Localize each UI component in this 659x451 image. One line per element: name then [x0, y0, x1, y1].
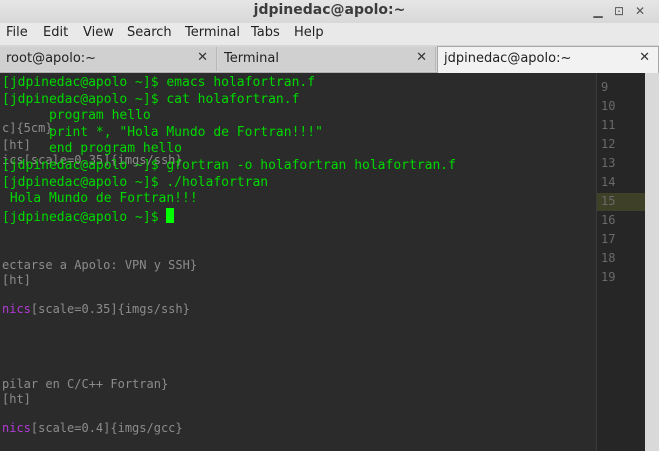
text-cursor	[166, 208, 175, 223]
tab-terminal[interactable]: Terminal ✕	[218, 47, 436, 71]
menu-file[interactable]: File	[6, 25, 28, 40]
line-number: 11	[601, 118, 616, 132]
tab-jdpinedac-apolo[interactable]: jdpinedac@apolo:~ ✕	[437, 46, 659, 73]
bg-text: ectarse a Apolo: VPN y SSH}	[2, 258, 198, 272]
line-number: 19	[601, 270, 616, 284]
tab-label: Terminal	[224, 51, 279, 66]
terminal-line: [jdpinedac@apolo ~]$ gfortran -o holafor…	[2, 158, 456, 173]
menu-tabs[interactable]: Tabs	[251, 25, 280, 40]
line-number: 17	[601, 232, 616, 246]
tab-label: root@apolo:~	[6, 51, 97, 66]
line-number: 9	[601, 80, 609, 94]
line-number: 14	[601, 175, 616, 189]
bg-text: pilar en C/C++ Fortran}	[2, 377, 169, 391]
terminal-line: end program hello	[2, 141, 183, 156]
line-number-gutter: 9 10 11 12 13 14 15 16 17 18 19	[596, 73, 645, 451]
close-tab-icon[interactable]: ✕	[639, 50, 650, 65]
close-tab-icon[interactable]: ✕	[197, 50, 208, 65]
bg-text-args: [scale=0.4]{imgs/gcc}	[30, 421, 183, 435]
menu-bar: File Edit View Search Terminal Tabs Help	[0, 23, 659, 45]
tab-root-apolo[interactable]: root@apolo:~ ✕	[0, 47, 217, 71]
terminal-line: [jdpinedac@apolo ~]$ emacs holafortran.f	[2, 75, 316, 90]
menu-help[interactable]: Help	[294, 25, 324, 40]
prompt-text: [jdpinedac@apolo ~]$	[2, 210, 167, 225]
tab-bar: root@apolo:~ ✕ Terminal ✕ jdpinedac@apol…	[0, 45, 659, 73]
minimize-icon[interactable]: ▁	[590, 3, 606, 19]
terminal-line: program hello	[2, 108, 151, 123]
menu-search[interactable]: Search	[127, 25, 172, 40]
terminal-line: Hola Mundo de Fortran!!!	[2, 191, 198, 206]
line-number: 15	[601, 194, 616, 208]
window-title: jdpinedac@apolo:~	[253, 2, 406, 18]
restore-icon[interactable]: ⊡	[611, 3, 627, 19]
bg-text-args: [scale=0.35]{imgs/ssh}	[30, 302, 190, 316]
close-icon[interactable]: ✕	[632, 3, 648, 19]
tab-label: jdpinedac@apolo:~	[444, 51, 572, 66]
bg-text: nics[scale=0.35]{imgs/ssh}	[2, 302, 190, 316]
line-number: 10	[601, 99, 616, 113]
menu-edit[interactable]: Edit	[43, 25, 68, 40]
line-number: 18	[601, 251, 616, 265]
scrollbar[interactable]	[645, 73, 659, 451]
bg-text: [ht]	[2, 273, 31, 287]
terminal-prompt[interactable]: [jdpinedac@apolo ~]$	[2, 208, 175, 225]
terminal-area[interactable]: c]{5cm} [ht] ics[scale=0.35]{imgs/ssh} e…	[0, 73, 659, 451]
line-number: 16	[601, 213, 616, 227]
bg-text-macro: nics	[2, 421, 31, 435]
terminal-line: print *, "Hola Mundo de Fortran!!!"	[2, 125, 323, 140]
bg-text: nics[scale=0.4]{imgs/gcc}	[2, 421, 183, 435]
close-tab-icon[interactable]: ✕	[416, 50, 427, 65]
terminal-line: [jdpinedac@apolo ~]$ ./holafortran	[2, 175, 269, 190]
line-number: 13	[601, 156, 616, 170]
terminal-line: [jdpinedac@apolo ~]$ cat holafortran.f	[2, 92, 300, 107]
line-number: 12	[601, 137, 616, 151]
title-bar: jdpinedac@apolo:~ ▁ ⊡ ✕	[0, 0, 659, 23]
bg-text-macro: nics	[2, 302, 31, 316]
bg-text: [ht]	[2, 392, 31, 406]
menu-terminal[interactable]: Terminal	[185, 25, 240, 40]
menu-view[interactable]: View	[83, 25, 114, 40]
